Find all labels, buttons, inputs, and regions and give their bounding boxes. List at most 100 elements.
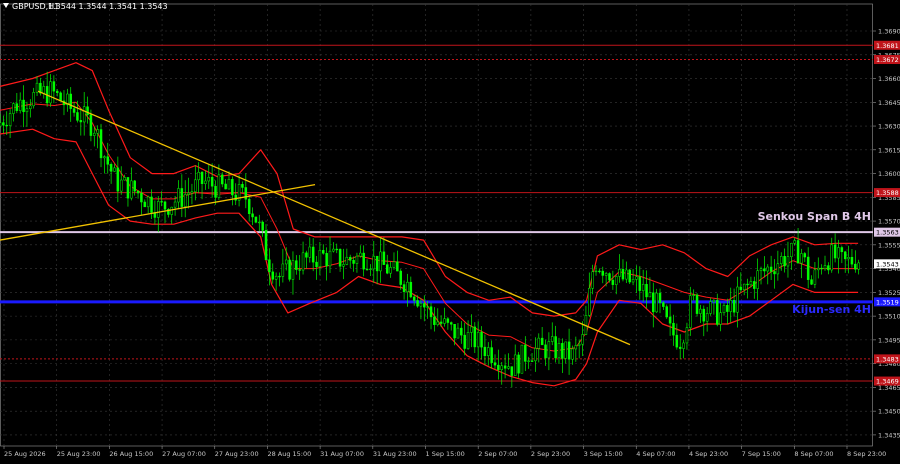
candle-body [412, 296, 416, 301]
candle-body [746, 283, 749, 286]
candle-body [42, 86, 46, 94]
candle-body [487, 347, 490, 357]
candle-body [32, 92, 35, 107]
candle-body [786, 256, 790, 267]
candle-body [635, 276, 638, 280]
candle-body [234, 194, 237, 201]
candle-body [210, 176, 214, 187]
candle-body [608, 273, 611, 281]
candle-body [463, 334, 466, 349]
candle-body [850, 256, 854, 265]
candle-body [527, 360, 530, 362]
candle-body [837, 247, 840, 259]
candle-body [658, 292, 662, 303]
candle-body [59, 92, 62, 102]
price-tag-label: 1.3681 [876, 42, 899, 50]
candle-body [419, 303, 423, 307]
candle-body [231, 179, 234, 196]
candle-body [89, 114, 93, 136]
candle-body [753, 281, 756, 289]
candle-body [25, 108, 29, 113]
candle-body [86, 106, 89, 116]
candle-body [598, 270, 601, 273]
candle-body [332, 248, 335, 252]
candle-body [641, 283, 645, 291]
y-tick-label: 1.3660 [878, 75, 900, 83]
y-tick-label: 1.3525 [878, 289, 900, 297]
x-tick-label: 2 Sep 07:00 [478, 450, 517, 458]
candle-body [581, 334, 584, 345]
candle-body [217, 174, 221, 198]
candle-body [274, 275, 278, 280]
candle-body [692, 294, 695, 296]
x-tick-label: 7 Sep 15:00 [742, 450, 781, 458]
candle-body [207, 176, 211, 182]
candle-body [537, 337, 541, 349]
candle-body [258, 221, 261, 224]
candle-body [382, 251, 386, 265]
ohlc-values: 1.3544 1.3544 1.3541 1.3543 [48, 2, 168, 11]
candle-body [567, 341, 571, 360]
candle-body [271, 271, 275, 280]
chart-background [0, 0, 900, 460]
x-tick-label: 25 Aug 2026 [4, 450, 46, 458]
candle-body [426, 306, 429, 308]
candle-body [96, 129, 99, 134]
candle-body [594, 270, 598, 273]
x-tick-label: 4 Sep 07:00 [636, 450, 675, 458]
candle-body [456, 327, 460, 339]
candle-body [82, 106, 86, 123]
candle-body [503, 365, 507, 369]
candle-body [423, 303, 426, 308]
y-tick-label: 1.3690 [878, 28, 900, 36]
candle-body [322, 250, 325, 254]
candle-body [119, 179, 123, 192]
candle-body [278, 275, 281, 278]
candle-body [517, 354, 520, 374]
candle-body [22, 99, 25, 113]
candle-body [732, 300, 736, 313]
candle-body [170, 206, 173, 215]
candle-body [668, 316, 672, 324]
candle-body [736, 286, 739, 313]
y-tick-label: 1.3495 [878, 336, 900, 344]
candle-body [352, 260, 355, 264]
price-tag-label: 1.3543 [876, 260, 899, 268]
candle-body [759, 268, 763, 272]
candle-body [311, 246, 315, 263]
candle-body [140, 192, 143, 203]
candle-body [99, 129, 103, 159]
candle-body [416, 300, 419, 307]
candle-body [291, 260, 295, 280]
candle-body [308, 246, 312, 258]
candle-body [749, 281, 753, 286]
x-tick-label: 1 Sep 15:00 [426, 450, 465, 458]
candle-body [392, 261, 396, 268]
candle-body [93, 132, 96, 136]
candle-body [372, 255, 376, 270]
y-tick-label: 1.3645 [878, 99, 900, 107]
candle-body [328, 250, 332, 267]
candle-body [483, 346, 487, 357]
candle-body [564, 341, 567, 359]
candle-body [103, 156, 106, 159]
candle-body [2, 122, 5, 126]
price-tag-label: 1.3588 [876, 189, 899, 197]
candle-body [224, 183, 227, 190]
price-tag-label: 1.3519 [876, 298, 899, 306]
candle-body [187, 192, 190, 195]
candle-body [712, 300, 716, 302]
candle-body [530, 360, 534, 362]
y-tick-label: 1.3600 [878, 170, 900, 178]
candle-body [702, 308, 706, 322]
candle-body [79, 120, 83, 123]
candle-body [742, 283, 746, 290]
candle-body [12, 103, 15, 114]
candle-body [793, 240, 796, 244]
candle-body [652, 292, 655, 313]
kijun-sen-label: Kijun-sen 4H [792, 303, 871, 316]
candle-body [621, 269, 625, 280]
y-tick-label: 1.3435 [878, 431, 900, 439]
candle-body [500, 365, 503, 370]
candle-body [769, 266, 773, 272]
